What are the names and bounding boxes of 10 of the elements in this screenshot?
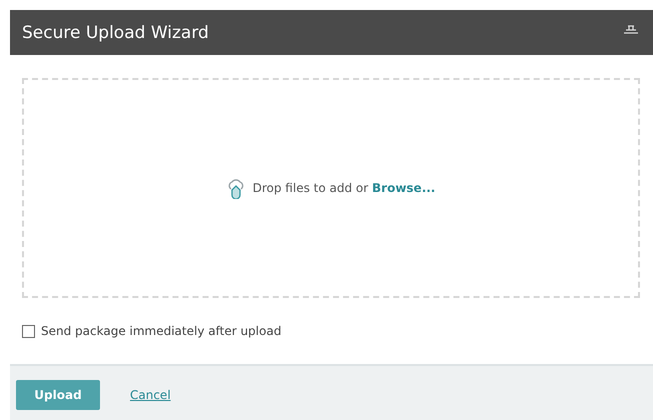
upload-icon <box>226 177 245 199</box>
window-title: Secure Upload Wizard <box>22 22 209 42</box>
pin-icon[interactable] <box>623 24 639 34</box>
upload-button[interactable]: Upload <box>16 380 100 410</box>
checkbox-label: Send package immediately after upload <box>41 324 282 338</box>
browse-link[interactable]: Browse... <box>372 181 436 195</box>
checkbox[interactable] <box>22 324 35 338</box>
cancel-link[interactable]: Cancel <box>130 388 171 402</box>
drop-zone[interactable]: Drop files to add or Browse... <box>22 78 640 298</box>
drop-hint: Drop files to add or Browse... <box>252 181 436 195</box>
